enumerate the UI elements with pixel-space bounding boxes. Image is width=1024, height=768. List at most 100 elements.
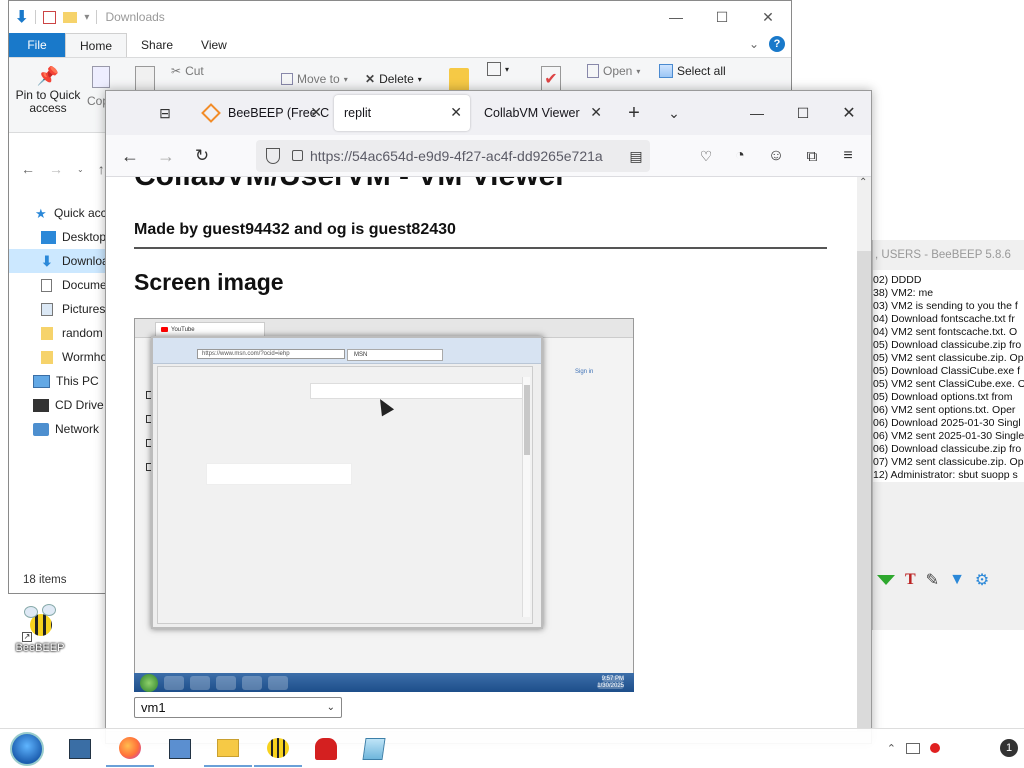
back-arrow-icon[interactable]: ← [21,161,35,177]
properties-icon[interactable] [43,10,57,24]
settings-icon[interactable]: ⚙ [975,570,989,590]
filter-icon[interactable]: ▼ [949,571,965,589]
account-icon[interactable]: ☺ [764,144,788,168]
vm-clock: 9:57 PM 1/30/2025 [597,675,624,690]
tracking-shield-icon[interactable] [266,148,280,164]
pin-to-quick-access-button[interactable]: 📌 Pin to Quick access [15,66,81,115]
firefox-view-icon[interactable]: ◔ [728,144,752,168]
tab-file[interactable]: File [9,33,65,57]
sidebar-item-desktop[interactable]: Desktop [9,225,109,249]
close-tab-icon[interactable]: ✕ [590,104,602,121]
customize-toolbar-icon[interactable]: ▾ [84,12,89,23]
chat-line: 02) DDDD [873,274,922,286]
sidebar-item-cd-drive[interactable]: CD Drive ( [9,393,109,417]
open-button[interactable]: Open ▾ [587,64,640,78]
bee-icon: ↗ [22,604,58,642]
chat-line: 07) VM2 sent classicube.zip. Op [873,456,1024,468]
reload-icon[interactable]: ↻ [190,144,214,168]
sidebar-item-documents[interactable]: Documents [9,273,109,297]
network-tray-icon[interactable] [906,742,920,754]
vm-ie-page [157,366,533,624]
sidebar-item-network[interactable]: Network [9,417,109,441]
scroll-up-icon[interactable]: ⌃ [859,177,867,188]
new-item-button[interactable]: ▾ [487,62,509,76]
close-tab-icon[interactable]: ✕ [450,104,462,121]
desktop-icon-beebeep[interactable]: ↗ BeeBEEP [14,604,66,666]
chevron-down-icon: ▾ [417,74,422,84]
vm-ie-toolbar: https://www.msn.com/?ocid=iehp MSN [153,338,541,364]
forward-arrow-icon[interactable]: → [154,144,178,168]
properties-button[interactable]: ✔ [541,66,561,92]
help-icon[interactable]: ? [769,36,785,52]
tab-view[interactable]: View [187,33,241,57]
cut-button[interactable]: ✂ Cut [171,64,204,78]
minimize-button[interactable]: — [742,99,772,127]
explorer-window-title: Downloads [105,10,165,24]
download-arrow-icon: ⬇ [15,9,29,26]
pocket-icon[interactable]: ♡ [694,144,718,168]
recent-locations-icon[interactable]: ⌄ [77,165,84,174]
taskbar-app-filezilla[interactable] [302,731,350,767]
close-button[interactable]: ✕ [745,1,791,33]
chat-line: 03) VM2 is sending to you the f [873,300,1018,312]
tab-replit[interactable]: replit ✕ [334,95,470,131]
emoticon-icon[interactable] [877,575,895,585]
sidebar-item-downloads[interactable]: ⬇ Downloads [9,249,109,273]
taskbar-app-beebeep[interactable] [254,731,302,767]
notification-center-icon[interactable]: 1 [1000,739,1018,757]
taskbar-app-notepad[interactable] [350,731,398,767]
tab-label: replit [344,106,372,120]
color-picker-icon[interactable]: ✎ [926,570,939,590]
url-bar[interactable]: https://54ac654d-e9d9-4f27-ac4f-dd9265e7… [256,140,650,172]
sidebar-item-label: Documents [62,278,109,292]
tab-beebeep[interactable]: BeeBEEP (Free C ✕ [194,95,330,131]
maximize-button[interactable]: ☐ [699,1,745,33]
taskbar-app-server-manager[interactable] [56,731,104,767]
maximize-button[interactable]: ☐ [788,99,818,127]
new-folder-icon[interactable] [63,11,78,23]
sidebar-item-random[interactable]: random [9,321,109,345]
start-button[interactable] [2,731,52,767]
sidebar-item-this-pc[interactable]: This PC [9,369,109,393]
tab-collabvm-viewer[interactable]: CollabVM Viewer ✕ [474,95,610,131]
tab-share[interactable]: Share [127,33,187,57]
vm-select-dropdown[interactable]: vm1 ⌄ [134,697,342,718]
chat-line: 05) VM2 sent ClassiCube.exe. O [873,378,1024,390]
firefox-nav-bar: ← → ↻ https://54ac654d-e9d9-4f27-ac4f-dd… [106,135,871,177]
tab-home[interactable]: Home [65,33,128,57]
page-author-line: Made by guest94432 and og is guest82430 [134,221,456,238]
scrollbar-thumb[interactable] [857,251,871,731]
sidebar-item-wormhole[interactable]: Wormhole [9,345,109,369]
taskbar-app-network[interactable] [156,731,204,767]
tab-manager-icon[interactable]: ⊟ [154,103,176,123]
sidebar-item-pictures[interactable]: Pictures [9,297,109,321]
vm-screen-image[interactable]: YouTube Sign in https://www.msn.com/?oci… [134,318,634,692]
hamburger-menu-icon[interactable]: ≡ [836,144,860,168]
page-vertical-scrollbar[interactable]: ⌃ [857,177,871,731]
error-tray-icon[interactable] [930,743,940,753]
new-tab-plus-icon[interactable]: + [622,101,646,125]
select-all-button[interactable]: Select all [659,64,726,78]
show-hidden-icons-icon[interactable]: ⌃ [887,742,896,755]
sidebar-item-quick-access[interactable]: ★ Quick access [9,201,109,225]
chat-line: 06) Download classicube.zip fro [873,443,1022,455]
vm-media-taskbar-icon [216,675,236,690]
taskbar-app-file-explorer[interactable] [204,731,252,767]
font-icon[interactable]: T [905,571,916,589]
lock-icon[interactable] [292,150,303,161]
close-window-button[interactable]: ✕ [834,99,864,127]
expand-ribbon-icon[interactable]: ⌄ [749,37,759,51]
move-to-button[interactable]: Move to ▾ [281,72,348,86]
taskbar-app-firefox[interactable] [106,731,154,767]
reader-view-icon[interactable]: ▤ [624,144,648,168]
up-arrow-icon[interactable]: ↑ [98,161,105,177]
minimize-button[interactable]: — [653,1,699,33]
quick-access-toolbar: ⬇ ▾ [15,7,98,27]
forward-arrow-icon[interactable]: → [49,161,63,177]
back-arrow-icon[interactable]: ← [118,144,142,168]
close-tab-icon[interactable]: ✕ [310,104,322,121]
list-tabs-chevron-icon[interactable]: ⌄ [662,101,686,125]
extensions-icon[interactable]: ⧉ [800,144,824,168]
vm-ie-tab-msn: MSN [347,349,443,361]
delete-button[interactable]: ✕ Delete ▾ [365,72,422,86]
